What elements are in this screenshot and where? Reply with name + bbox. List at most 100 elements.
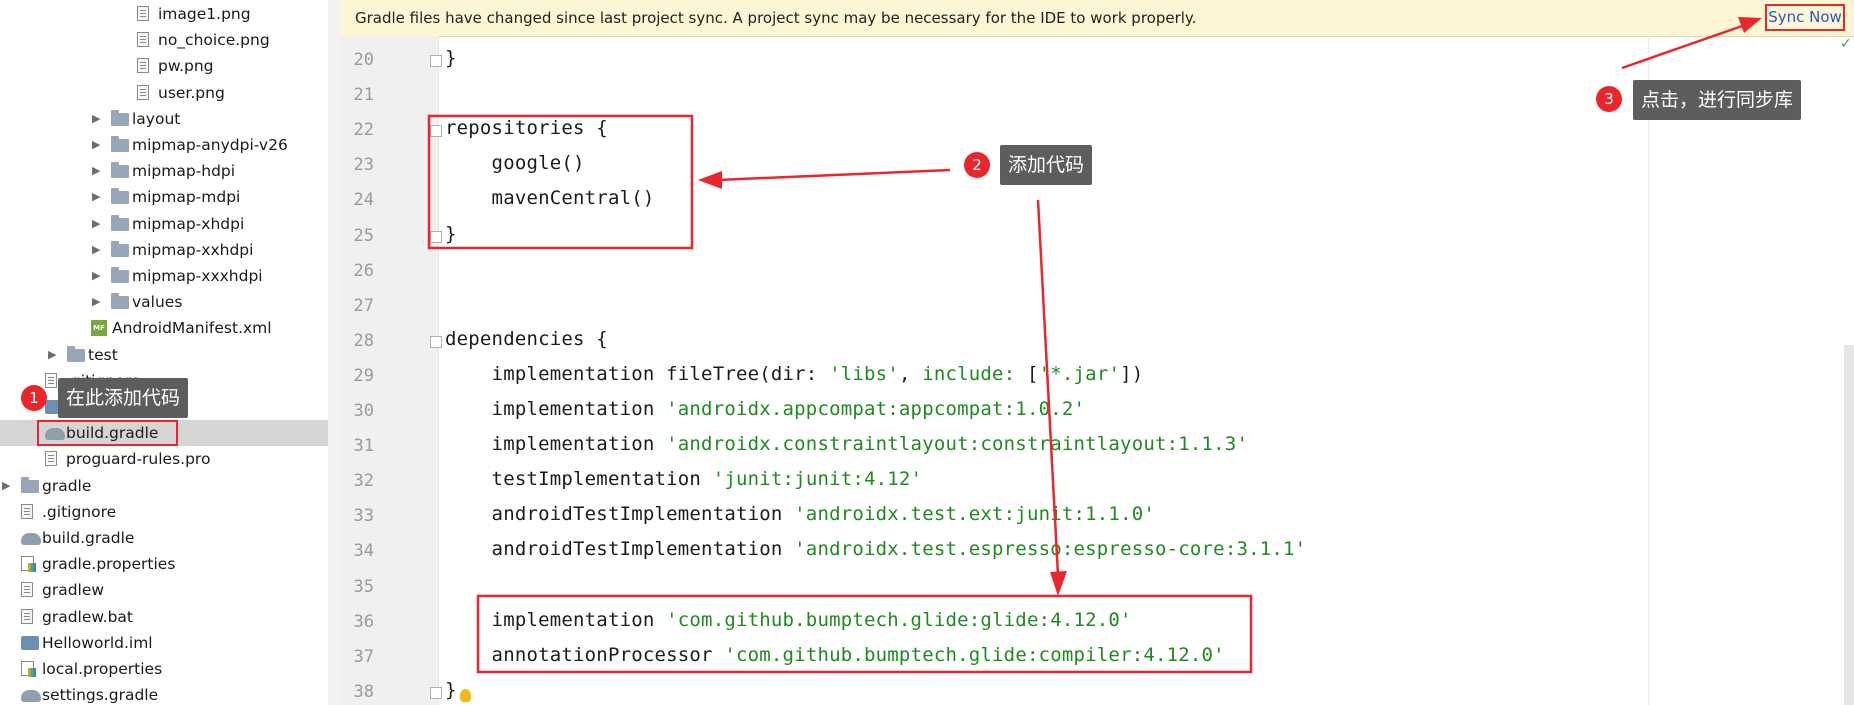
code-token: [ <box>1015 362 1039 385</box>
right-margin-guide <box>1648 36 1649 705</box>
tree-item-label: image1.png <box>158 5 251 23</box>
file-icon <box>137 32 149 48</box>
code-line: } <box>445 223 457 245</box>
code-line: implementation 'com.github.bumptech.glid… <box>445 609 1132 631</box>
tree-item[interactable]: ▶ values <box>0 289 328 315</box>
tree-item-label: Helloworld.iml <box>42 633 153 652</box>
fold-marker-icon[interactable] <box>430 686 442 699</box>
expand-arrow-icon[interactable]: ▶ <box>92 289 100 315</box>
fold-marker-icon[interactable] <box>430 55 442 67</box>
expand-arrow-icon[interactable]: ▶ <box>92 211 100 237</box>
tree-item[interactable]: gradlew.bat <box>0 604 328 630</box>
code-token: annotationProcessor <box>445 643 725 666</box>
tree-item[interactable]: ▶ mipmap-xhdpi <box>0 211 328 237</box>
line-number: 31 <box>353 436 374 457</box>
file-icon <box>137 6 149 21</box>
fold-marker-icon[interactable] <box>430 335 442 348</box>
tree-item[interactable]: no_choice.png <box>0 27 328 53</box>
code-line: google() <box>445 152 585 174</box>
folder-icon <box>111 109 129 126</box>
file-icon <box>21 503 33 519</box>
tree-item[interactable]: pw.png <box>0 53 328 79</box>
tree-item[interactable]: Helloworld.iml <box>0 630 328 656</box>
expand-arrow-icon[interactable]: ▶ <box>92 158 100 184</box>
code-token: , <box>898 362 923 385</box>
tree-scrollbar[interactable] <box>328 0 340 705</box>
code-token: androidTestImplementation <box>445 503 795 526</box>
properties-icon <box>21 661 36 677</box>
project-tree-panel: image1.png no_choice.png pw.png user.png ▶ la… <box>0 0 341 705</box>
tree-item[interactable]: ▶ layout <box>0 106 328 132</box>
string-literal: 'com.github.bumptech.glide:compiler:4.12… <box>724 643 1225 666</box>
string-literal: 'androidx.constraintlayout:constraintlay… <box>666 433 1249 456</box>
fold-marker-icon[interactable] <box>430 230 442 243</box>
folder-icon <box>111 267 129 283</box>
annotation-label-2: 添加代码 <box>1000 145 1093 185</box>
code-token: implementation <box>445 433 667 456</box>
code-token: mavenCentral() <box>445 187 655 210</box>
code-line: testImplementation 'junit:junit:4.12' <box>445 468 922 490</box>
line-number-gutter: 20 21 22 23 24 25 26 27 28 29 30 31 32 33 34 35 36 37 38 <box>340 36 442 705</box>
folder-icon <box>111 136 129 152</box>
editor-scrollbar[interactable] <box>1844 345 1854 705</box>
tree-item[interactable]: local.properties <box>0 656 328 682</box>
code-token: testImplementation <box>445 468 713 491</box>
code-line: repositories { <box>445 117 608 139</box>
tree-item-label: gradlew.bat <box>42 607 133 626</box>
file-icon <box>137 84 149 100</box>
sync-now-link[interactable]: Sync Now <box>1765 4 1845 31</box>
code-token: google() <box>445 152 585 175</box>
tree-item-label: mipmap-xxxhdpi <box>132 267 263 285</box>
line-number: 34 <box>353 541 374 562</box>
tree-item[interactable]: gradle.properties <box>0 551 328 577</box>
expand-arrow-icon[interactable]: ▶ <box>92 263 100 289</box>
tree-item-label: layout <box>132 109 181 128</box>
string-literal: 'junit:junit:4.12' <box>712 468 923 491</box>
code-token: } <box>445 678 457 701</box>
tree-item[interactable]: settings.gradle <box>0 682 328 705</box>
tree-item[interactable]: build.gradle <box>0 420 328 447</box>
no-problems-check-icon: ✓ <box>1840 36 1852 52</box>
tree-item-label: mipmap-mdpi <box>132 188 241 207</box>
tree-item[interactable]: build.gradle <box>0 525 328 551</box>
string-literal: 'androidx.test.espresso:espresso-core:3.… <box>794 538 1307 561</box>
tree-item[interactable]: ▶ gradle <box>0 473 328 499</box>
tree-item[interactable]: user.png <box>0 80 328 106</box>
build-gradle-highlight-box <box>37 420 178 447</box>
tree-item[interactable]: gradlew <box>0 577 328 603</box>
tree-item[interactable]: ▶ mipmap-xxhdpi <box>0 237 328 263</box>
expand-arrow-icon[interactable]: ▶ <box>48 342 56 368</box>
tree-item[interactable]: proguard-rules.pro <box>0 446 328 472</box>
code-token: repositories { <box>445 117 608 140</box>
expand-arrow-icon[interactable]: ▶ <box>2 473 10 499</box>
tree-item[interactable]: MF AndroidManifest.xml <box>0 315 328 341</box>
tree-item[interactable]: image1.png <box>0 1 328 27</box>
line-number: 32 <box>353 471 374 492</box>
tree-item[interactable]: ▶ test <box>0 342 328 368</box>
code-token: ]) <box>1120 362 1144 385</box>
code-line: implementation fileTree(dir: 'libs', inc… <box>445 362 1144 385</box>
lightbulb-icon[interactable] <box>460 689 471 702</box>
tree-item-label: gradlew <box>42 581 105 600</box>
fold-marker-icon[interactable] <box>430 125 442 138</box>
tree-item-label: values <box>132 293 183 312</box>
line-number: 27 <box>353 295 374 316</box>
code-token: implementation <box>445 608 667 631</box>
code-token: implementation fileTree(dir: <box>445 362 830 385</box>
tree-item-label: no_choice.png <box>158 31 270 50</box>
expand-arrow-icon[interactable]: ▶ <box>92 106 100 132</box>
tree-item[interactable]: ▶ mipmap-hdpi <box>0 158 328 184</box>
manifest-icon: MF <box>91 320 107 337</box>
string-literal: '*.jar' <box>1038 362 1121 385</box>
string-literal: 'libs' <box>829 362 899 385</box>
tree-item[interactable]: ▶ mipmap-mdpi <box>0 184 328 210</box>
tree-item[interactable]: ▶ mipmap-anydpi-v26 <box>0 132 328 158</box>
code-line: annotationProcessor 'com.github.bumptech… <box>445 644 1225 666</box>
expand-arrow-icon[interactable]: ▶ <box>92 184 100 210</box>
gradle-sync-banner: Gradle files have changed since last pro… <box>340 0 1854 37</box>
expand-arrow-icon[interactable]: ▶ <box>92 132 100 158</box>
tree-item[interactable]: ▶ mipmap-xxxhdpi <box>0 263 328 289</box>
string-literal: 'androidx.test.ext:junit:1.1.0' <box>794 503 1155 526</box>
expand-arrow-icon[interactable]: ▶ <box>92 237 100 263</box>
tree-item[interactable]: .gitignore <box>0 499 328 525</box>
